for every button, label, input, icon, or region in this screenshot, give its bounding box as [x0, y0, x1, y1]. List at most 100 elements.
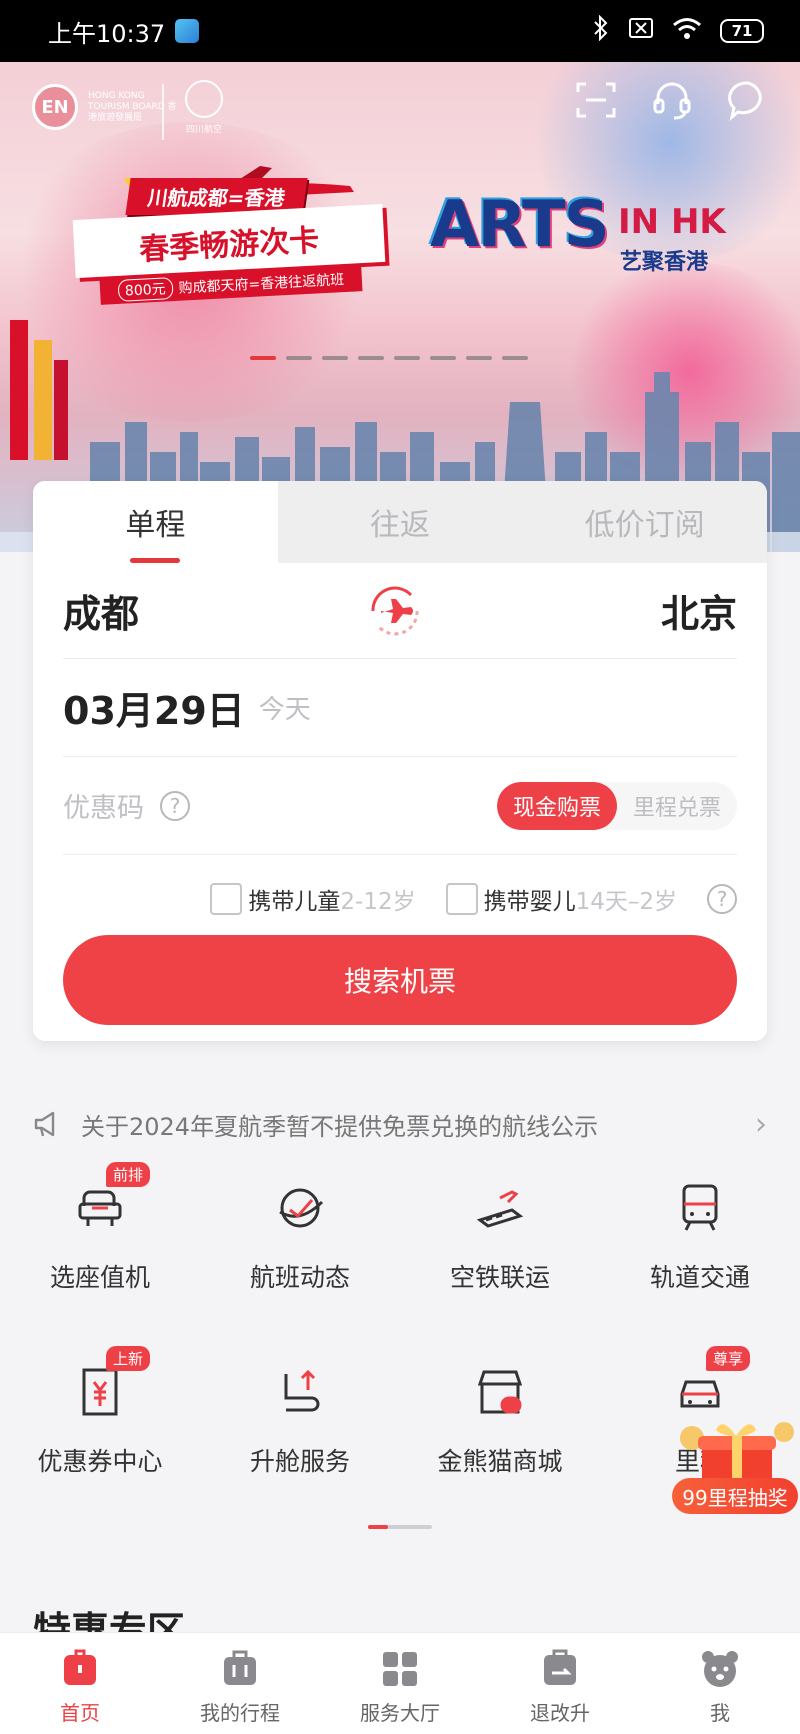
airline-logo-text: 四川航空	[185, 125, 222, 135]
infant-label: 携带婴儿	[483, 889, 576, 915]
service-grid-pager	[368, 1525, 432, 1529]
scan-icon[interactable]	[574, 78, 618, 122]
date-note: 今天	[258, 695, 311, 725]
promo-banner[interactable]: EN HONG KONG TOURISM BOARD 香港旅遊發展局 四川航空	[0, 62, 800, 552]
carousel-dot[interactable]	[358, 356, 384, 360]
seat-checkin-icon: 前排	[72, 1162, 151, 1236]
pager-active	[368, 1525, 388, 1529]
service-air-rail[interactable]: 空铁联运	[400, 1180, 600, 1294]
battery-icon: 71	[720, 19, 764, 43]
child-label: 携带儿童	[248, 889, 341, 915]
tab-low-price-subscribe[interactable]: 低价订阅	[522, 481, 767, 563]
customer-service-icon[interactable]	[650, 78, 694, 122]
new-badge: 上新	[106, 1346, 151, 1371]
service-seat-checkin[interactable]: 前排 选座值机	[0, 1162, 200, 1294]
bluetooth-icon	[592, 14, 610, 47]
service-label: 选座值机	[49, 1263, 150, 1292]
tab-label: 退改升	[530, 1701, 590, 1725]
infant-checkbox-box[interactable]	[445, 883, 478, 915]
status-right: 71	[592, 14, 764, 47]
carousel-dot[interactable]	[286, 356, 312, 360]
child-checkbox[interactable]: 携带儿童 2-12岁	[210, 882, 416, 916]
promo-code-input[interactable]: 优惠码	[63, 786, 144, 825]
carousel-dot[interactable]	[502, 356, 528, 360]
tab-label: 我的行程	[200, 1701, 280, 1725]
sichuan-airlines-logo: 四川航空	[172, 80, 236, 135]
service-golden-panda-mall[interactable]: 金熊猫商城	[400, 1364, 600, 1478]
departure-city[interactable]: 成都	[63, 583, 139, 638]
tab-my-trips[interactable]: 我的行程	[160, 1633, 320, 1734]
banner-carousel-dots[interactable]	[250, 356, 528, 360]
carousel-dot[interactable]	[466, 356, 492, 360]
passenger-options-row: 携带儿童 2-12岁 携带婴儿 14天–2岁 ?	[63, 855, 737, 943]
flight-status-icon	[272, 1180, 328, 1236]
front-row-badge: 前排	[106, 1162, 151, 1187]
infant-checkbox[interactable]: 携带婴儿 14天–2岁	[445, 882, 677, 916]
tab-label: 我	[710, 1701, 730, 1725]
status-time: 上午10:37	[48, 19, 166, 48]
tab-refund-change[interactable]: 退改升	[480, 1633, 640, 1734]
profile-icon	[702, 1651, 738, 1687]
swap-cities-icon[interactable]	[363, 579, 427, 643]
shop-icon	[472, 1364, 528, 1420]
service-coupon-center[interactable]: 上新 优惠券中心	[0, 1346, 200, 1478]
payment-mode-toggle: 现金购票 里程兑票	[496, 781, 737, 830]
route-row: 成都 北京	[63, 563, 737, 659]
arts-title: ARTS	[430, 188, 610, 262]
notice-text[interactable]: 关于2024年夏航季暂不提供免票兑换的航线公示	[81, 1107, 598, 1142]
coupon-icon: 上新	[72, 1346, 151, 1420]
upgrade-seat-icon	[272, 1364, 328, 1420]
departure-date[interactable]: 03月29日	[63, 680, 245, 735]
search-flights-button[interactable]: 搜索机票	[63, 935, 737, 1025]
tab-me[interactable]: 我	[640, 1633, 800, 1734]
promo-help-icon[interactable]: ?	[160, 790, 190, 821]
air-rail-icon	[472, 1180, 528, 1236]
passenger-help-icon[interactable]: ?	[707, 884, 737, 914]
services-grid-icon	[383, 1652, 417, 1686]
tab-service-hall[interactable]: 服务大厅	[320, 1633, 480, 1734]
service-upgrade[interactable]: 升舱服务	[200, 1364, 400, 1478]
trip-icon	[224, 1650, 256, 1685]
notice-bar[interactable]: 关于2024年夏航季暂不提供免票兑换的航线公示 ›	[33, 1100, 767, 1148]
carousel-dot[interactable]	[394, 356, 420, 360]
tab-label: 首页	[60, 1701, 100, 1725]
status-bar: 上午10:37 71	[0, 0, 800, 62]
tab-label: 服务大厅	[360, 1701, 440, 1725]
service-label: 金熊猫商城	[437, 1447, 563, 1476]
header-actions	[574, 78, 770, 122]
carousel-dot-active[interactable]	[250, 356, 276, 360]
hk-tourism-text: HONG KONG TOURISM BOARD 香港旅遊發展局	[88, 90, 177, 123]
tab-one-way[interactable]: 单程	[33, 481, 278, 563]
wifi-icon	[672, 17, 702, 45]
child-age-range: 2-12岁	[340, 889, 416, 915]
child-checkbox-box[interactable]	[210, 883, 243, 915]
mileage-lottery-badge[interactable]: 99里程抽奖	[672, 1478, 798, 1514]
service-label: 升舱服务	[249, 1447, 350, 1476]
mileage-redeem-option[interactable]: 里程兑票	[617, 782, 737, 830]
tab-home[interactable]: 首页	[0, 1633, 160, 1734]
en-language-icon[interactable]: EN	[32, 84, 78, 130]
cash-purchase-option[interactable]: 现金购票	[496, 781, 617, 830]
app-screen: 上午10:37 71 EN HONG KONG TOURISM BOARD 香港…	[0, 0, 800, 1734]
arts-inhk: IN HK	[618, 202, 726, 242]
megaphone-icon	[34, 1111, 55, 1137]
train-icon	[672, 1180, 728, 1236]
carousel-dot[interactable]	[430, 356, 456, 360]
service-rail-transit[interactable]: 轨道交通	[600, 1180, 800, 1294]
date-row[interactable]: 03月29日 今天	[63, 659, 737, 757]
message-icon[interactable]	[726, 78, 770, 122]
flight-booking-card: 单程 往返 低价订阅 成都 北京 03月29日 今天 优惠码 ? 现金购票 里程…	[33, 481, 767, 1041]
service-label: 航班动态	[249, 1263, 350, 1292]
home-icon	[64, 1649, 96, 1685]
carousel-dot[interactable]	[322, 356, 348, 360]
tab-round-trip[interactable]: 往返	[277, 481, 523, 563]
trip-type-tabs: 单程 往返 低价订阅	[33, 481, 767, 563]
promo-code-row: 优惠码 ? 现金购票 里程兑票	[63, 757, 737, 855]
infant-age-range: 14天–2岁	[575, 889, 677, 915]
airline-bird-icon	[185, 80, 223, 118]
exclusive-badge: 尊享	[706, 1346, 751, 1371]
service-flight-status[interactable]: 航班动态	[200, 1180, 400, 1294]
chevron-right-icon[interactable]: ›	[755, 1107, 767, 1142]
service-label: 空铁联运	[449, 1263, 550, 1292]
arrival-city[interactable]: 北京	[661, 583, 737, 638]
